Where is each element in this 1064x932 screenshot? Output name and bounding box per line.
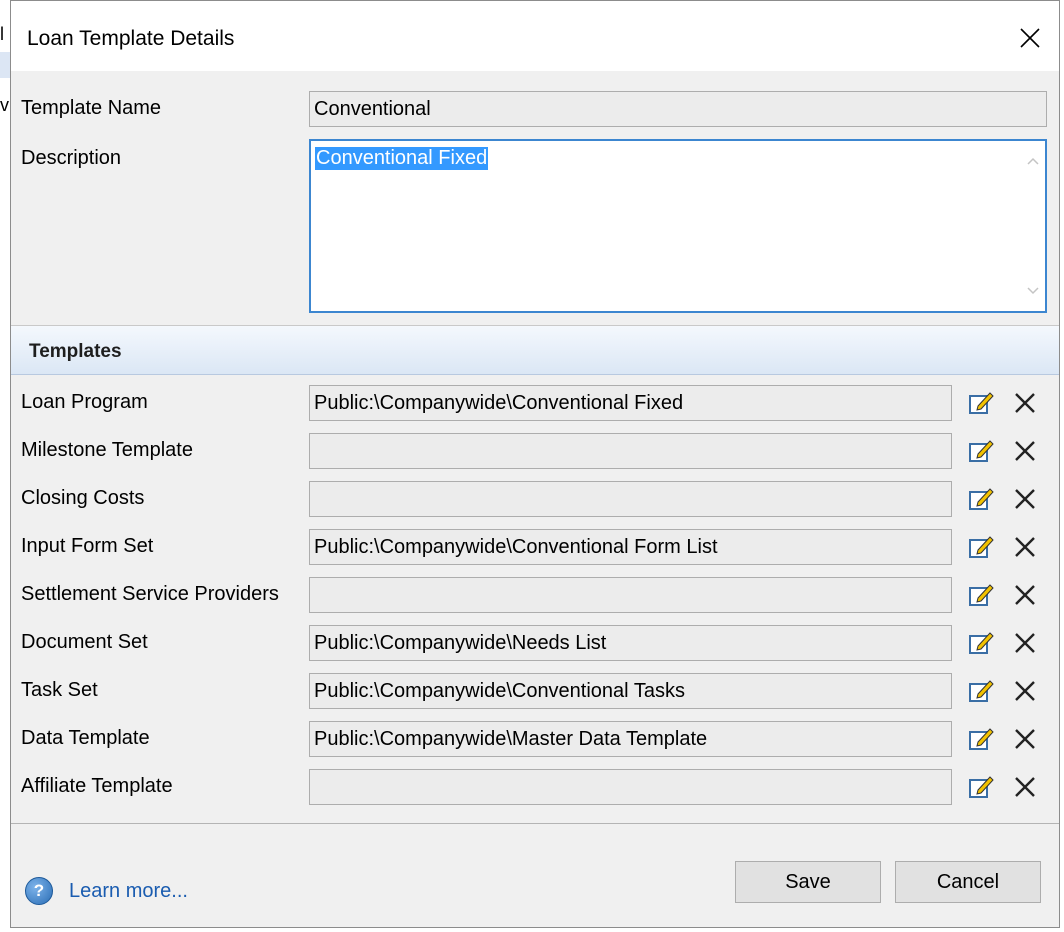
affiliate-template-field[interactable]: [309, 769, 952, 805]
edit-data-template-button[interactable]: [965, 723, 997, 755]
closing-costs-label: Closing Costs: [21, 487, 145, 509]
settlement-service-providers-label: Settlement Service Providers: [21, 583, 279, 605]
clear-loan-program-button[interactable]: [1009, 387, 1041, 419]
templates-section-header: Templates: [11, 326, 1059, 375]
chevron-down-icon: [1027, 287, 1039, 295]
closing-costs-field[interactable]: [309, 481, 952, 517]
help-icon: ?: [25, 877, 53, 905]
affiliate-template-label: Affiliate Template: [21, 775, 173, 797]
clear-milestone-template-button[interactable]: [1009, 435, 1041, 467]
clear-icon: [1015, 441, 1035, 461]
description-scrollbar[interactable]: [1021, 141, 1045, 311]
close-button[interactable]: [1007, 17, 1053, 59]
save-button[interactable]: Save: [735, 861, 881, 903]
dialog-title: Loan Template Details: [27, 27, 235, 50]
clear-icon: [1015, 681, 1035, 701]
edit-task-set-button[interactable]: [965, 675, 997, 707]
background-row-highlight: [0, 52, 10, 78]
clear-closing-costs-button[interactable]: [1009, 483, 1041, 515]
task-set-label: Task Set: [21, 679, 98, 701]
edit-milestone-template-button[interactable]: [965, 435, 997, 467]
edit-icon: [969, 632, 994, 654]
description-textarea[interactable]: Conventional Fixed: [309, 139, 1047, 313]
input-form-set-label: Input Form Set: [21, 535, 154, 557]
edit-closing-costs-button[interactable]: [965, 483, 997, 515]
loan-template-dialog: Loan Template Details Template Name Conv…: [10, 0, 1060, 928]
clear-task-set-button[interactable]: [1009, 675, 1041, 707]
loan-program-field[interactable]: Public:\Companywide\Conventional Fixed: [309, 385, 952, 421]
edit-icon: [969, 776, 994, 798]
clear-settlement-service-providers-button[interactable]: [1009, 579, 1041, 611]
title-bar: Loan Template Details: [11, 1, 1059, 71]
data-template-label: Data Template: [21, 727, 150, 749]
template-name-field[interactable]: Conventional: [309, 91, 1047, 127]
background-text: l: [0, 24, 4, 44]
edit-loan-program-button[interactable]: [965, 387, 997, 419]
clear-icon: [1015, 633, 1035, 653]
edit-settlement-service-providers-button[interactable]: [965, 579, 997, 611]
scroll-up-button[interactable]: [1021, 149, 1045, 173]
settlement-service-providers-field[interactable]: [309, 577, 952, 613]
cancel-button[interactable]: Cancel: [895, 861, 1041, 903]
clear-icon: [1015, 585, 1035, 605]
edit-icon: [969, 488, 994, 510]
scroll-down-button[interactable]: [1021, 279, 1045, 303]
edit-icon: [969, 680, 994, 702]
document-set-field[interactable]: Public:\Companywide\Needs List: [309, 625, 952, 661]
clear-icon: [1015, 729, 1035, 749]
clear-icon: [1015, 537, 1035, 557]
document-set-label: Document Set: [21, 631, 148, 653]
clear-input-form-set-button[interactable]: [1009, 531, 1041, 563]
loan-program-label: Loan Program: [21, 391, 148, 413]
edit-icon: [969, 440, 994, 462]
learn-more-link[interactable]: ? Learn more...: [25, 877, 188, 905]
milestone-template-field[interactable]: [309, 433, 952, 469]
edit-affiliate-template-button[interactable]: [965, 771, 997, 803]
footer-separator: [11, 823, 1059, 824]
data-template-field[interactable]: Public:\Companywide\Master Data Template: [309, 721, 952, 757]
input-form-set-field[interactable]: Public:\Companywide\Conventional Form Li…: [309, 529, 952, 565]
chevron-up-icon: [1027, 157, 1039, 165]
templates-section-title: Templates: [29, 341, 122, 362]
edit-icon: [969, 584, 994, 606]
description-label: Description: [21, 147, 122, 169]
clear-icon: [1015, 393, 1035, 413]
close-icon: [1020, 28, 1040, 48]
task-set-field[interactable]: Public:\Companywide\Conventional Tasks: [309, 673, 952, 709]
clear-icon: [1015, 489, 1035, 509]
learn-more-label: Learn more...: [69, 879, 188, 902]
edit-input-form-set-button[interactable]: [965, 531, 997, 563]
background-window: l vi: [0, 0, 13, 932]
template-name-label: Template Name: [21, 97, 162, 119]
edit-icon: [969, 392, 994, 414]
milestone-template-label: Milestone Template: [21, 439, 193, 461]
clear-icon: [1015, 777, 1035, 797]
clear-data-template-button[interactable]: [1009, 723, 1041, 755]
clear-document-set-button[interactable]: [1009, 627, 1041, 659]
edit-document-set-button[interactable]: [965, 627, 997, 659]
clear-affiliate-template-button[interactable]: [1009, 771, 1041, 803]
edit-icon: [969, 728, 994, 750]
description-selected-text: Conventional Fixed: [315, 147, 489, 170]
edit-icon: [969, 536, 994, 558]
